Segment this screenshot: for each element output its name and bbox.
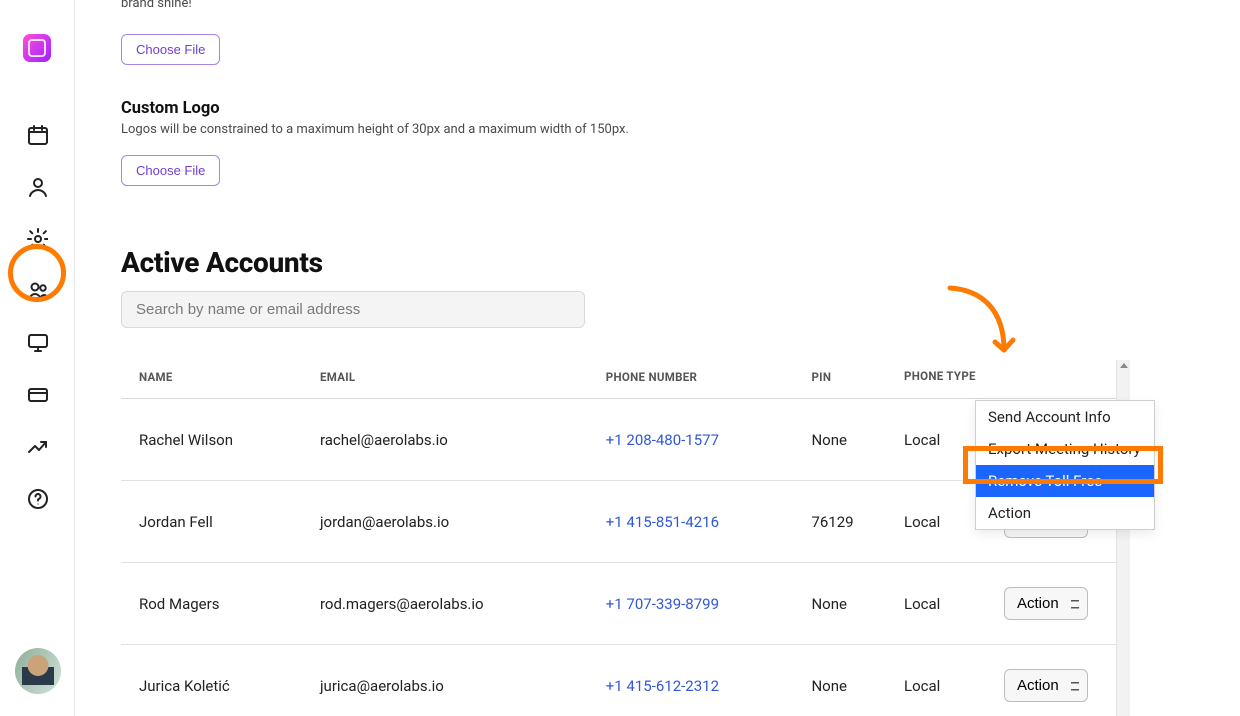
credit-card-icon	[26, 383, 48, 405]
help-circle-icon	[26, 487, 48, 509]
cell-phone-type: Local	[896, 645, 996, 716]
users-icon	[26, 279, 48, 301]
accounts-table: NAME EMAIL PHONE NUMBER PIN PHONE TYPE R…	[121, 360, 1116, 716]
cell-email: jordan@aerolabs.io	[312, 481, 598, 563]
cell-phone[interactable]: +1 208-480-1577	[598, 399, 804, 481]
table-row: Rachel Wilsonrachel@aerolabs.io+1 208-48…	[121, 399, 1116, 481]
user-icon	[26, 175, 48, 197]
cell-email: rachel@aerolabs.io	[312, 399, 598, 481]
cell-pin: 76129	[803, 481, 896, 563]
table-row: Jurica Koletićjurica@aerolabs.io+1 415-6…	[121, 645, 1116, 716]
cell-pin: None	[803, 563, 896, 645]
nav-analytics[interactable]	[17, 426, 57, 466]
action-select[interactable]: Action	[1004, 669, 1088, 702]
action-menu: Send Account InfoExport Meeting HistoryR…	[975, 400, 1155, 530]
nav-settings[interactable]	[17, 218, 57, 258]
table-row: Rod Magersrod.magers@aerolabs.io+1 707-3…	[121, 563, 1116, 645]
table-row: Jordan Felljordan@aerolabs.io+1 415-851-…	[121, 481, 1116, 563]
cell-phone[interactable]: +1 415-612-2312	[598, 645, 804, 716]
col-pin: PIN	[803, 360, 896, 399]
cell-name: Jurica Koletić	[121, 645, 312, 716]
search-box	[121, 291, 585, 328]
cell-name: Rod Magers	[121, 563, 312, 645]
cell-name: Jordan Fell	[121, 481, 312, 563]
col-phone-type: PHONE TYPE	[896, 360, 996, 399]
cell-phone[interactable]: +1 415-851-4216	[598, 481, 804, 563]
page-title: Active Accounts	[121, 246, 1240, 279]
monitor-icon	[26, 331, 48, 353]
content-area: brand shine! Choose File Custom Logo Log…	[75, 0, 1240, 716]
custom-logo-title: Custom Logo	[121, 99, 1240, 118]
calendar-icon	[26, 123, 48, 145]
cell-email: jurica@aerolabs.io	[312, 645, 598, 716]
choose-file-button-2[interactable]: Choose File	[121, 155, 220, 186]
nav-rail	[0, 0, 75, 716]
nav-display[interactable]	[17, 322, 57, 362]
trend-up-icon	[26, 435, 48, 457]
cell-email: rod.magers@aerolabs.io	[312, 563, 598, 645]
action-menu-item[interactable]: Send Account Info	[976, 401, 1154, 433]
custom-logo-desc: Logos will be constrained to a maximum h…	[121, 122, 1240, 137]
accounts-table-wrap: NAME EMAIL PHONE NUMBER PIN PHONE TYPE R…	[121, 360, 1116, 716]
action-select[interactable]: Action	[1004, 587, 1088, 620]
col-phone: PHONE NUMBER	[598, 360, 804, 399]
custom-logo-intro-tail: brand shine!	[121, 0, 1240, 11]
user-avatar[interactable]	[15, 648, 61, 694]
action-menu-item[interactable]: Export Meeting History	[976, 433, 1154, 465]
nav-profile[interactable]	[17, 166, 57, 206]
col-email: EMAIL	[312, 360, 598, 399]
cell-name: Rachel Wilson	[121, 399, 312, 481]
cell-pin: None	[803, 645, 896, 716]
search-input[interactable]	[121, 291, 585, 328]
gear-icon	[26, 227, 48, 249]
choose-file-button[interactable]: Choose File	[121, 34, 220, 65]
nav-billing[interactable]	[17, 374, 57, 414]
cell-phone[interactable]: +1 707-339-8799	[598, 563, 804, 645]
cell-phone-type: Local	[896, 563, 996, 645]
cell-pin: None	[803, 399, 896, 481]
nav-help[interactable]	[17, 478, 57, 518]
action-menu-item[interactable]: Action	[976, 497, 1154, 529]
col-name: NAME	[121, 360, 312, 399]
app-logo-icon[interactable]	[23, 34, 51, 62]
nav-calendar[interactable]	[17, 114, 57, 154]
action-menu-item[interactable]: Remove Toll Free	[976, 465, 1154, 497]
nav-team[interactable]	[17, 270, 57, 310]
